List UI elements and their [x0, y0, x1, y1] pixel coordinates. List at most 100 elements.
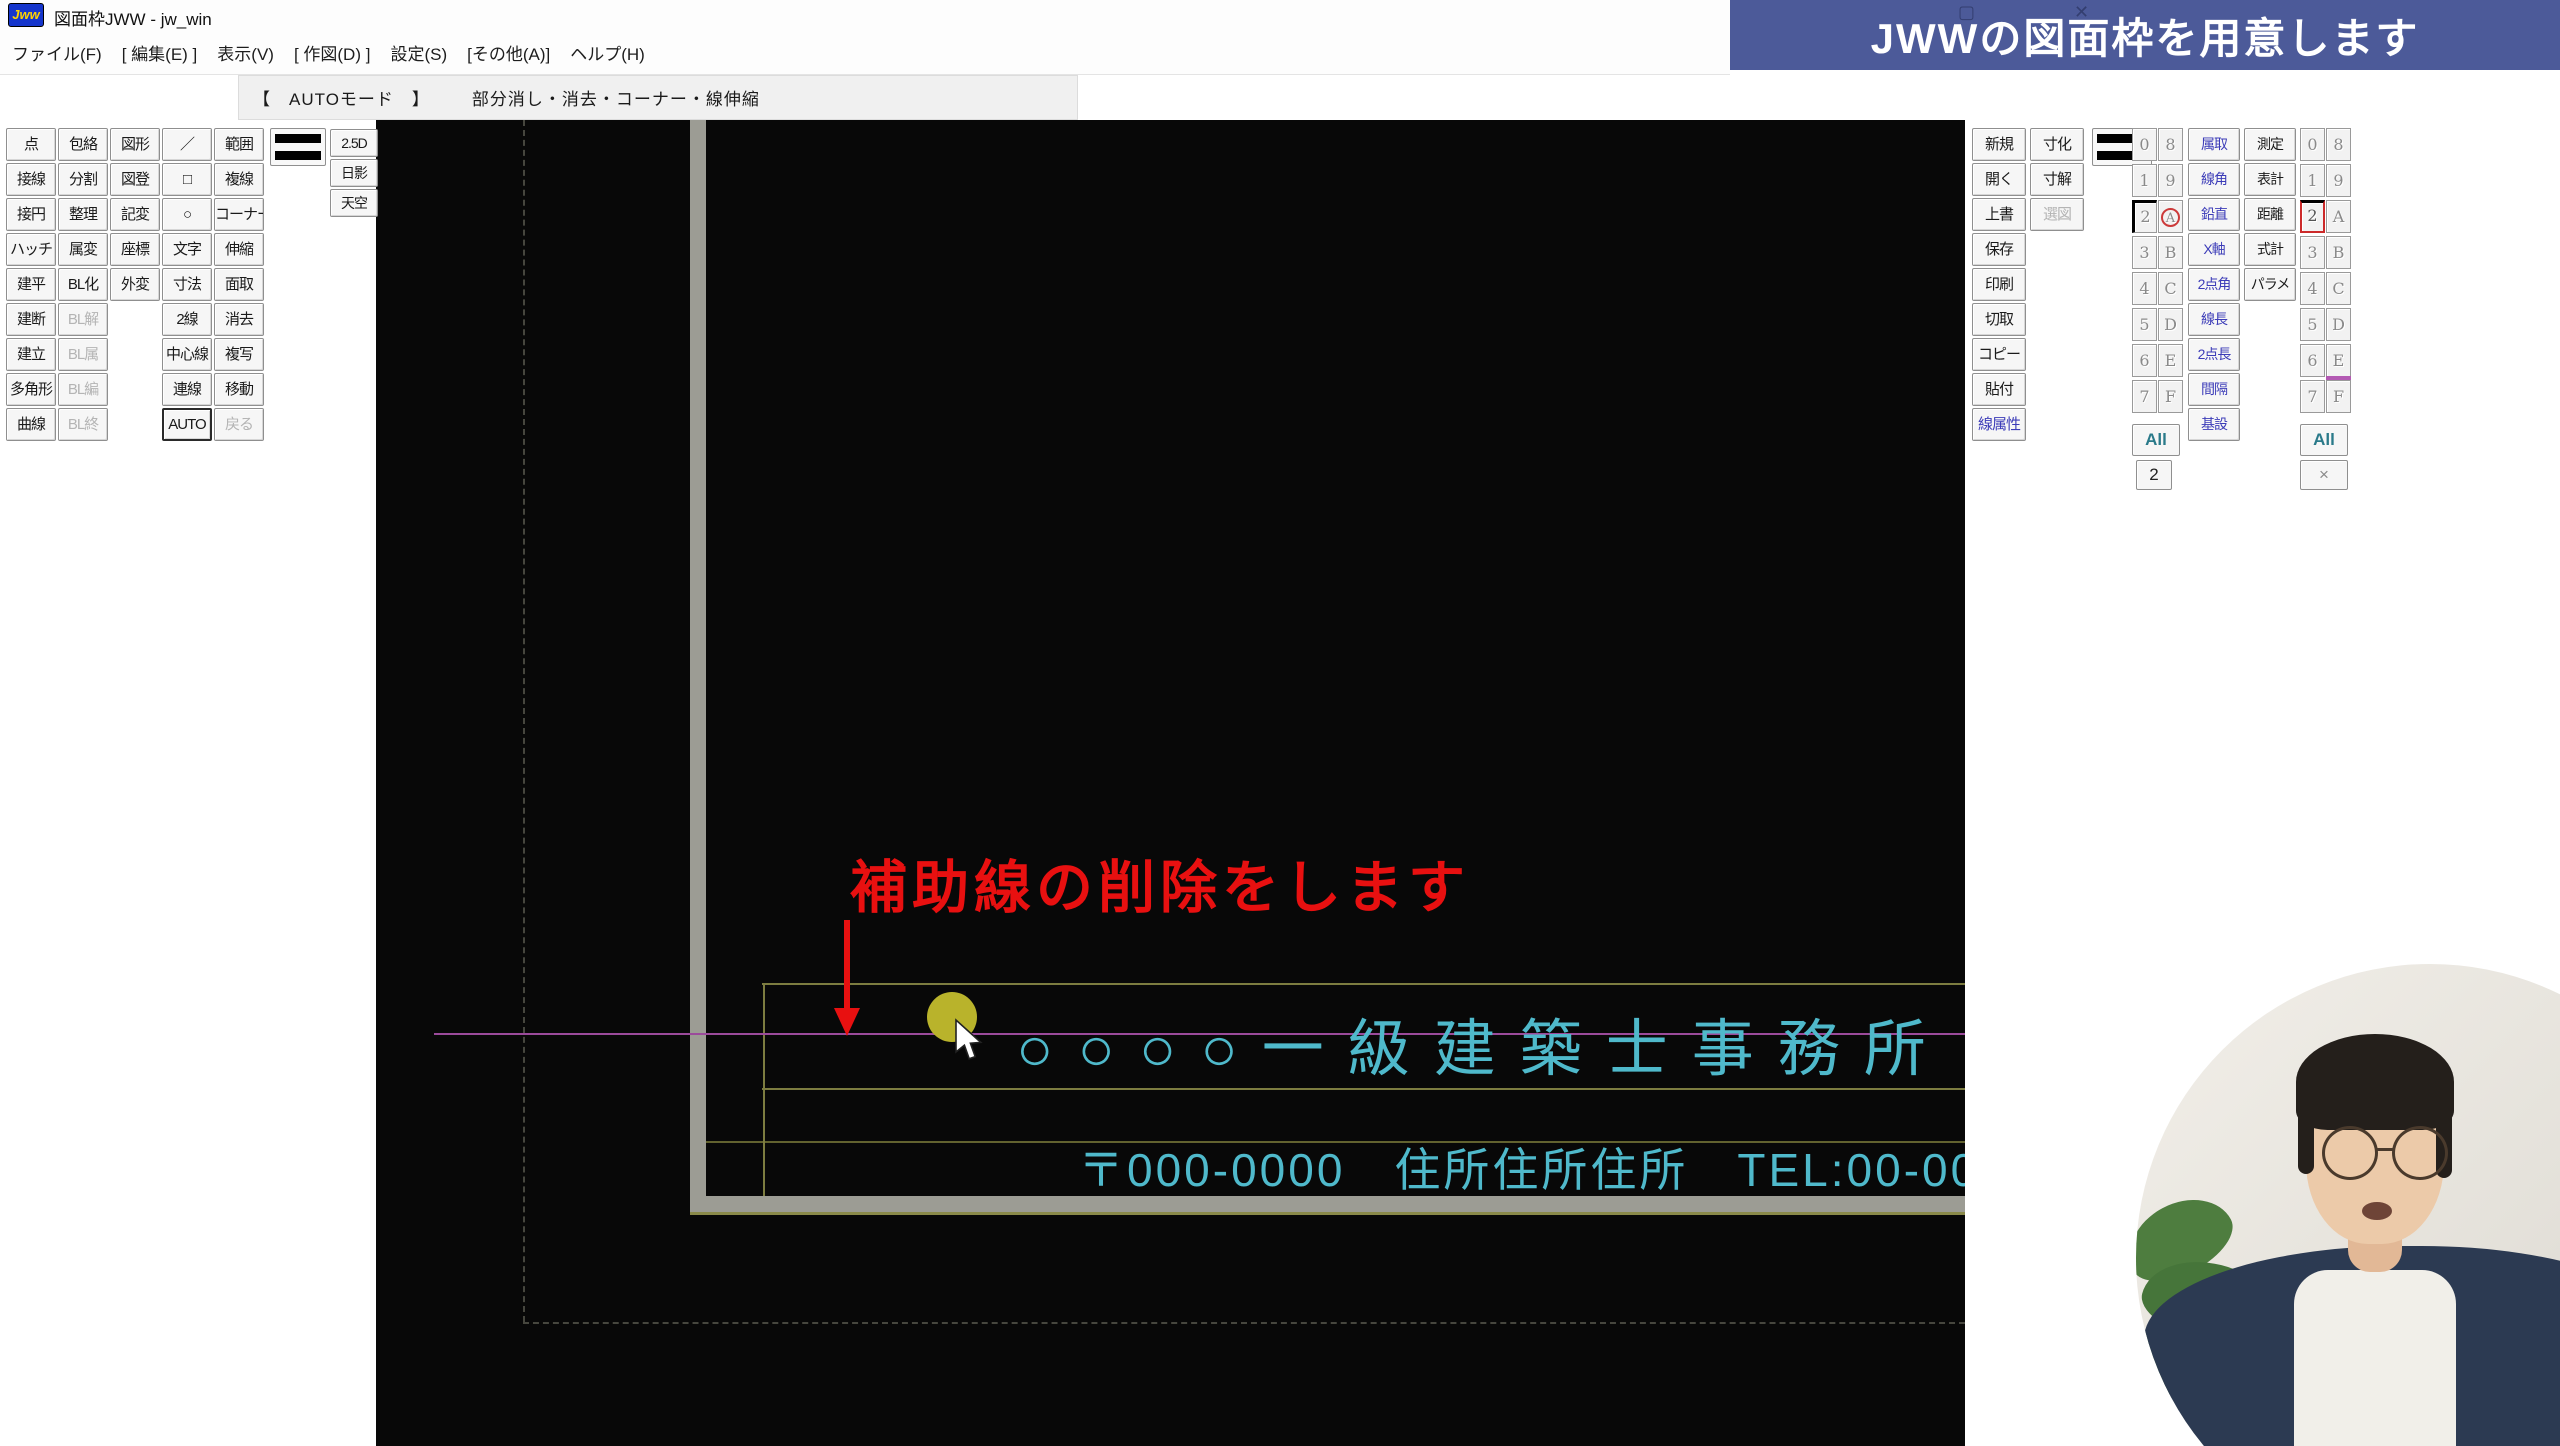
layer-button[interactable]: D: [2326, 308, 2351, 341]
toolbar-button[interactable]: 測定: [2244, 128, 2296, 161]
toolbar-button[interactable]: 基設: [2188, 408, 2240, 441]
toolbar-button[interactable]: 寸法: [162, 268, 212, 301]
toolbar-button[interactable]: 文字: [162, 233, 212, 266]
toolbar-button[interactable]: 距離: [2244, 198, 2296, 231]
toolbar-button[interactable]: AUTO: [162, 408, 212, 441]
layer-button[interactable]: E: [2326, 344, 2351, 377]
layer-close-button[interactable]: ×: [2300, 460, 2348, 490]
toolbar-button[interactable]: BL化: [58, 268, 108, 301]
layer-group-button[interactable]: E: [2158, 344, 2183, 377]
toolbar-button[interactable]: 座標: [110, 233, 160, 266]
layer-button[interactable]: 6: [2300, 344, 2325, 377]
menu-item[interactable]: [ 編集(E) ]: [122, 40, 198, 65]
toolbar-button[interactable]: パラメ: [2244, 268, 2296, 301]
layer-group-button[interactable]: 8: [2158, 128, 2183, 161]
toolbar-button[interactable]: コピー: [1972, 338, 2026, 371]
toolbar-button[interactable]: 上書: [1972, 198, 2026, 231]
toolbar-button[interactable]: 印刷: [1972, 268, 2026, 301]
toolbar-button[interactable]: 寸化: [2030, 128, 2084, 161]
toolbar-button[interactable]: 表計: [2244, 163, 2296, 196]
toolbar-button[interactable]: 保存: [1972, 233, 2026, 266]
toolbar-button[interactable]: 複線: [214, 163, 264, 196]
toolbar-button[interactable]: 天空: [330, 189, 378, 217]
layer-all-button[interactable]: All: [2300, 424, 2348, 456]
layer-button[interactable]: 3: [2300, 236, 2325, 269]
toolbar-button[interactable]: 包絡: [58, 128, 108, 161]
toolbar-button[interactable]: 多角形: [6, 373, 56, 406]
layer-group-button[interactable]: C: [2158, 272, 2183, 305]
toolbar-button[interactable]: X軸: [2188, 233, 2240, 266]
layer-group-button[interactable]: 4: [2132, 272, 2157, 305]
scale-button[interactable]: 2: [2136, 460, 2172, 490]
toolbar-button[interactable]: 線属性: [1972, 408, 2026, 441]
layer-button[interactable]: 5: [2300, 308, 2325, 341]
toolbar-button[interactable]: 2.5D: [330, 129, 378, 157]
line-attribute-swatch[interactable]: [270, 128, 326, 166]
menu-item[interactable]: [その他(A)]: [467, 40, 550, 65]
toolbar-button[interactable]: ハッチ: [6, 233, 56, 266]
layer-group-button[interactable]: F: [2158, 380, 2183, 413]
toolbar-button[interactable]: 範囲: [214, 128, 264, 161]
toolbar-button[interactable]: 2線: [162, 303, 212, 336]
toolbar-button[interactable]: 間隔: [2188, 373, 2240, 406]
toolbar-button[interactable]: 切取: [1972, 303, 2026, 336]
layer-button[interactable]: 9: [2326, 164, 2351, 197]
toolbar-button[interactable]: 建立: [6, 338, 56, 371]
toolbar-button[interactable]: 日影: [330, 159, 378, 187]
layer-group-button[interactable]: 0: [2132, 128, 2157, 161]
layer-group-button[interactable]: A: [2158, 200, 2183, 233]
toolbar-button[interactable]: 貼付: [1972, 373, 2026, 406]
layer-button[interactable]: 1: [2300, 164, 2325, 197]
toolbar-button[interactable]: 中心線: [162, 338, 212, 371]
toolbar-button[interactable]: ／: [162, 128, 212, 161]
toolbar-button[interactable]: コーナー: [214, 198, 264, 231]
toolbar-button[interactable]: 連線: [162, 373, 212, 406]
layer-button[interactable]: 4: [2300, 272, 2325, 305]
toolbar-button[interactable]: 2点長: [2188, 338, 2240, 371]
layer-group-button[interactable]: 3: [2132, 236, 2157, 269]
toolbar-button[interactable]: 接円: [6, 198, 56, 231]
toolbar-button[interactable]: 建平: [6, 268, 56, 301]
toolbar-button[interactable]: 接線: [6, 163, 56, 196]
menu-item[interactable]: ファイル(F): [12, 40, 102, 65]
layer-button[interactable]: 0: [2300, 128, 2325, 161]
toolbar-button[interactable]: 線長: [2188, 303, 2240, 336]
layer-group-button[interactable]: D: [2158, 308, 2183, 341]
layer-group-button[interactable]: 2: [2132, 200, 2157, 233]
layer-group-button[interactable]: 5: [2132, 308, 2157, 341]
toolbar-button[interactable]: 属取: [2188, 128, 2240, 161]
layer-button[interactable]: 8: [2326, 128, 2351, 161]
drawing-canvas[interactable]: ○○○○一級建築士事務所 〒000-0000 住所住所住所 TEL:00-000…: [376, 120, 1965, 1446]
toolbar-button[interactable]: 移動: [214, 373, 264, 406]
toolbar-button[interactable]: 面取: [214, 268, 264, 301]
layer-button[interactable]: 2: [2300, 200, 2325, 233]
toolbar-button[interactable]: ○: [162, 198, 212, 231]
toolbar-button[interactable]: 分割: [58, 163, 108, 196]
layer-group-button[interactable]: 7: [2132, 380, 2157, 413]
toolbar-button[interactable]: 消去: [214, 303, 264, 336]
toolbar-button[interactable]: 寸解: [2030, 163, 2084, 196]
toolbar-button[interactable]: 曲線: [6, 408, 56, 441]
toolbar-button[interactable]: 点: [6, 128, 56, 161]
toolbar-button[interactable]: 伸縮: [214, 233, 264, 266]
toolbar-button[interactable]: 図登: [110, 163, 160, 196]
layer-button[interactable]: 7: [2300, 380, 2325, 413]
layer-button[interactable]: A: [2326, 200, 2351, 233]
menu-item[interactable]: ヘルプ(H): [570, 40, 645, 65]
toolbar-button[interactable]: □: [162, 163, 212, 196]
menu-item[interactable]: 表示(V): [217, 40, 274, 65]
layer-group-button[interactable]: 6: [2132, 344, 2157, 377]
menu-item[interactable]: 設定(S): [390, 40, 447, 65]
toolbar-button[interactable]: 複写: [214, 338, 264, 371]
layer-group-button[interactable]: 1: [2132, 164, 2157, 197]
layer-group-button[interactable]: B: [2158, 236, 2183, 269]
layer-button[interactable]: C: [2326, 272, 2351, 305]
layer-group-all-button[interactable]: All: [2132, 424, 2180, 456]
toolbar-button[interactable]: 建断: [6, 303, 56, 336]
toolbar-button[interactable]: 2点角: [2188, 268, 2240, 301]
layer-button[interactable]: B: [2326, 236, 2351, 269]
toolbar-button[interactable]: 線角: [2188, 163, 2240, 196]
layer-button[interactable]: F: [2326, 380, 2351, 413]
layer-group-button[interactable]: 9: [2158, 164, 2183, 197]
toolbar-button[interactable]: 新規: [1972, 128, 2026, 161]
